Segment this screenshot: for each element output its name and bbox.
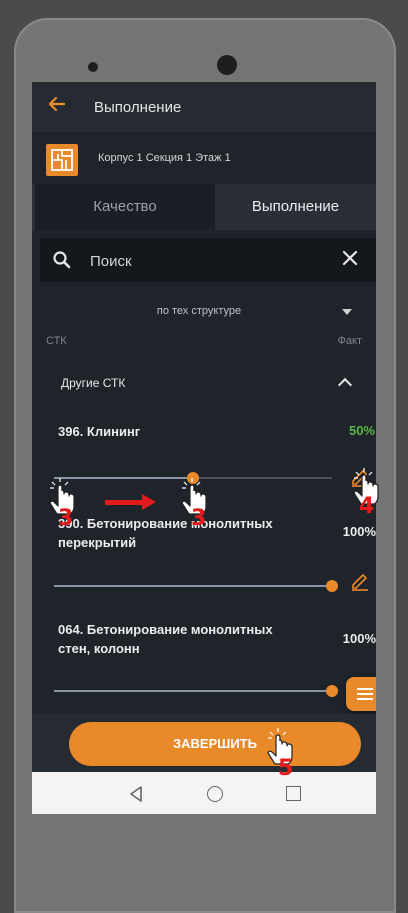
menu-fab[interactable] <box>346 677 376 711</box>
group-header[interactable]: Другие СТК <box>32 368 376 396</box>
menu-icon-line <box>357 688 373 690</box>
item-value: 100% <box>342 631 376 646</box>
step-number: 4 <box>359 494 375 519</box>
finish-button[interactable]: ЗАВЕРШИТЬ <box>69 722 361 766</box>
step-number: 5 <box>278 756 294 781</box>
building-logo-icon <box>46 144 78 176</box>
column-header-fact: Факт <box>337 335 362 347</box>
location-row: Корпус 1 Секция 1 Этаж 1 <box>32 132 376 184</box>
menu-icon-line <box>357 693 373 695</box>
menu-icon-line <box>357 698 373 700</box>
nav-home-icon[interactable] <box>207 786 223 802</box>
tab-quality[interactable]: Качество <box>32 184 215 230</box>
item-value: 50% <box>276 423 376 438</box>
caret-down-icon <box>342 309 352 315</box>
step-number: 3 <box>58 506 74 531</box>
progress-slider[interactable] <box>54 685 338 697</box>
item-value: 100% <box>342 524 376 539</box>
group-label: Другие СТК <box>61 376 126 390</box>
search-input[interactable] <box>88 246 312 276</box>
app-screen: Выполнение Корпус 1 Секция 1 Этаж 1 Каче… <box>32 82 376 814</box>
arrow-left-icon[interactable] <box>48 94 66 118</box>
structure-select-value: по тех структуре <box>156 305 242 317</box>
edit-pencil-icon[interactable] <box>349 570 371 597</box>
sensor-dot <box>88 62 98 72</box>
close-icon[interactable] <box>342 249 358 271</box>
red-arrow-head <box>142 494 156 510</box>
page-title: Выполнение <box>94 99 182 116</box>
red-arrow-shaft <box>105 500 143 505</box>
structure-select[interactable]: по тех структуре <box>32 300 376 324</box>
slider-fill <box>54 585 332 587</box>
item-value-text: 50% <box>348 423 375 438</box>
location-text: Корпус 1 Секция 1 Этаж 1 <box>98 152 231 164</box>
front-camera <box>217 55 237 75</box>
tab-bar: Качество Выполнение <box>32 184 376 230</box>
tab-execution[interactable]: Выполнение <box>215 184 376 230</box>
slider-fill <box>54 690 332 692</box>
nav-recents-icon[interactable] <box>286 786 301 801</box>
slider-thumb[interactable] <box>326 685 338 697</box>
step-number: 3 <box>191 506 207 531</box>
search-bar <box>40 238 376 282</box>
app-bar: Выполнение <box>32 82 376 132</box>
nav-back-icon[interactable] <box>129 786 143 807</box>
chevron-up-icon[interactable] <box>337 377 353 393</box>
progress-slider[interactable] <box>54 580 338 592</box>
search-icon <box>52 250 72 275</box>
item-name: 396. Клининг <box>58 424 141 439</box>
phone-mockup-stage: Выполнение Корпус 1 Секция 1 Этаж 1 Каче… <box>0 0 408 913</box>
android-nav-bar <box>32 772 376 814</box>
column-header-stk: СТК <box>46 335 67 347</box>
bottom-action-bar: ЗАВЕРШИТЬ <box>32 714 376 772</box>
item-name: 064. Бетонирование монолитных стен, коло… <box>58 622 273 656</box>
slider-thumb[interactable] <box>326 580 338 592</box>
